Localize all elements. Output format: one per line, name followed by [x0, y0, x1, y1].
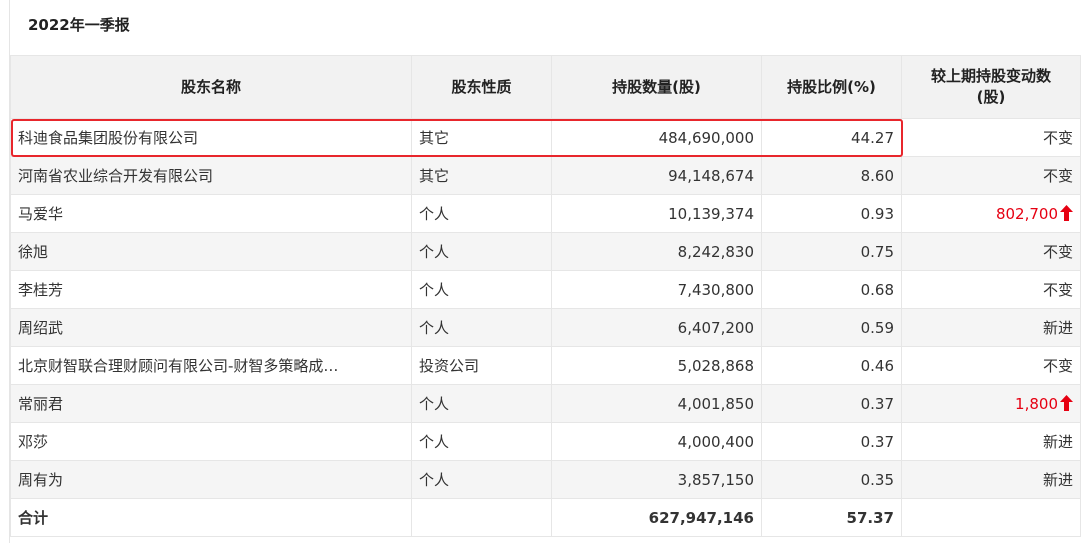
cell-name: 马爱华 — [10, 194, 412, 233]
change-value: 不变 — [1042, 243, 1073, 261]
change-value: 新进 — [1042, 319, 1073, 337]
cell-change: 802,700 — [901, 194, 1081, 233]
cell-change: 新进 — [901, 308, 1081, 347]
cell-type: 其它 — [411, 118, 552, 157]
cell-name: 周绍武 — [10, 308, 412, 347]
cell-shares: 10,139,374 — [551, 194, 762, 233]
cell-shares: 3,857,150 — [551, 460, 762, 499]
cell-shares: 4,001,850 — [551, 384, 762, 423]
change-value: 不变 — [1042, 357, 1073, 375]
table-row: 李桂芳 个人 7,430,800 0.68 不变 — [10, 270, 1081, 309]
cell-change: 1,800 — [901, 384, 1081, 423]
change-value: 1,800 — [1015, 394, 1058, 413]
change-value: 802,700 — [995, 204, 1058, 223]
header-change-line1: 较上期持股变动数 — [930, 67, 1051, 85]
cell-shares: 5,028,868 — [551, 346, 762, 385]
header-name: 股东名称 — [10, 55, 412, 119]
change-value: 不变 — [1042, 129, 1073, 147]
cell-type: 个人 — [411, 308, 552, 347]
table-row: 邓莎 个人 4,000,400 0.37 新进 — [10, 422, 1081, 461]
cell-name: 周有为 — [10, 460, 412, 499]
section-title: 2022年一季报 — [28, 16, 130, 34]
cell-shares: 6,407,200 — [551, 308, 762, 347]
total-ratio: 57.37 — [761, 498, 902, 537]
cell-type: 个人 — [411, 422, 552, 461]
total-empty-change — [901, 498, 1081, 537]
total-label: 合计 — [10, 498, 412, 537]
cell-shares: 8,242,830 — [551, 232, 762, 271]
cell-shares: 4,000,400 — [551, 422, 762, 461]
cell-ratio: 0.37 — [761, 384, 902, 423]
total-empty — [411, 498, 552, 537]
cell-ratio: 0.35 — [761, 460, 902, 499]
cell-name: 北京财智联合理财顾问有限公司-财智多策略成… — [10, 346, 412, 385]
table-row: 科迪食品集团股份有限公司 其它 484,690,000 44.27 不变 — [10, 118, 1081, 157]
cell-ratio: 0.93 — [761, 194, 902, 233]
cell-shares: 7,430,800 — [551, 270, 762, 309]
cell-name: 科迪食品集团股份有限公司 — [10, 118, 412, 157]
total-shares: 627,947,146 — [551, 498, 762, 537]
header-shares: 持股数量(股) — [551, 55, 762, 119]
cell-ratio: 44.27 — [761, 118, 902, 157]
cell-ratio: 0.59 — [761, 308, 902, 347]
red-up-arrow-icon — [1060, 204, 1073, 221]
cell-change: 不变 — [901, 118, 1081, 157]
cell-change: 不变 — [901, 232, 1081, 271]
cell-change: 新进 — [901, 460, 1081, 499]
change-value: 不变 — [1042, 281, 1073, 299]
table-row: 徐旭 个人 8,242,830 0.75 不变 — [10, 232, 1081, 271]
cell-ratio: 0.37 — [761, 422, 902, 461]
cell-change: 不变 — [901, 156, 1081, 195]
cell-name: 李桂芳 — [10, 270, 412, 309]
cell-ratio: 0.46 — [761, 346, 902, 385]
header-change-line2: (股) — [976, 88, 1006, 106]
cell-shares: 94,148,674 — [551, 156, 762, 195]
cell-ratio: 8.60 — [761, 156, 902, 195]
table-row: 周有为 个人 3,857,150 0.35 新进 — [10, 460, 1081, 499]
cell-type: 个人 — [411, 232, 552, 271]
cell-name: 常丽君 — [10, 384, 412, 423]
table-row: 北京财智联合理财顾问有限公司-财智多策略成… 投资公司 5,028,868 0.46 不… — [10, 346, 1081, 385]
cell-type: 个人 — [411, 384, 552, 423]
cell-shares: 484,690,000 — [551, 118, 762, 157]
table-header-row: 股东名称 股东性质 持股数量(股) 持股比例(%) 较上期持股变动数 (股) — [10, 55, 1081, 119]
cell-change: 新进 — [901, 422, 1081, 461]
cell-type: 其它 — [411, 156, 552, 195]
table-row: 河南省农业综合开发有限公司 其它 94,148,674 8.60 不变 — [10, 156, 1081, 195]
cell-type: 个人 — [411, 460, 552, 499]
cell-type: 投资公司 — [411, 346, 552, 385]
table-row: 周绍武 个人 6,407,200 0.59 新进 — [10, 308, 1081, 347]
header-change: 较上期持股变动数 (股) — [901, 55, 1081, 119]
shareholders-table: 股东名称 股东性质 持股数量(股) 持股比例(%) 较上期持股变动数 (股) 科… — [10, 55, 1081, 537]
total-row: 合计 627,947,146 57.37 — [10, 498, 1081, 537]
cell-name: 河南省农业综合开发有限公司 — [10, 156, 412, 195]
cell-name: 徐旭 — [10, 232, 412, 271]
cell-type: 个人 — [411, 270, 552, 309]
cell-ratio: 0.68 — [761, 270, 902, 309]
red-up-arrow-icon — [1060, 394, 1073, 411]
table-row: 常丽君 个人 4,001,850 0.37 1,800 — [10, 384, 1081, 423]
cell-ratio: 0.75 — [761, 232, 902, 271]
header-ratio: 持股比例(%) — [761, 55, 902, 119]
cell-name: 邓莎 — [10, 422, 412, 461]
change-value: 新进 — [1042, 471, 1073, 489]
change-value: 新进 — [1042, 433, 1073, 451]
change-value: 不变 — [1042, 167, 1073, 185]
table-row: 马爱华 个人 10,139,374 0.93 802,700 — [10, 194, 1081, 233]
cell-change: 不变 — [901, 270, 1081, 309]
cell-type: 个人 — [411, 194, 552, 233]
cell-change: 不变 — [901, 346, 1081, 385]
header-type: 股东性质 — [411, 55, 552, 119]
